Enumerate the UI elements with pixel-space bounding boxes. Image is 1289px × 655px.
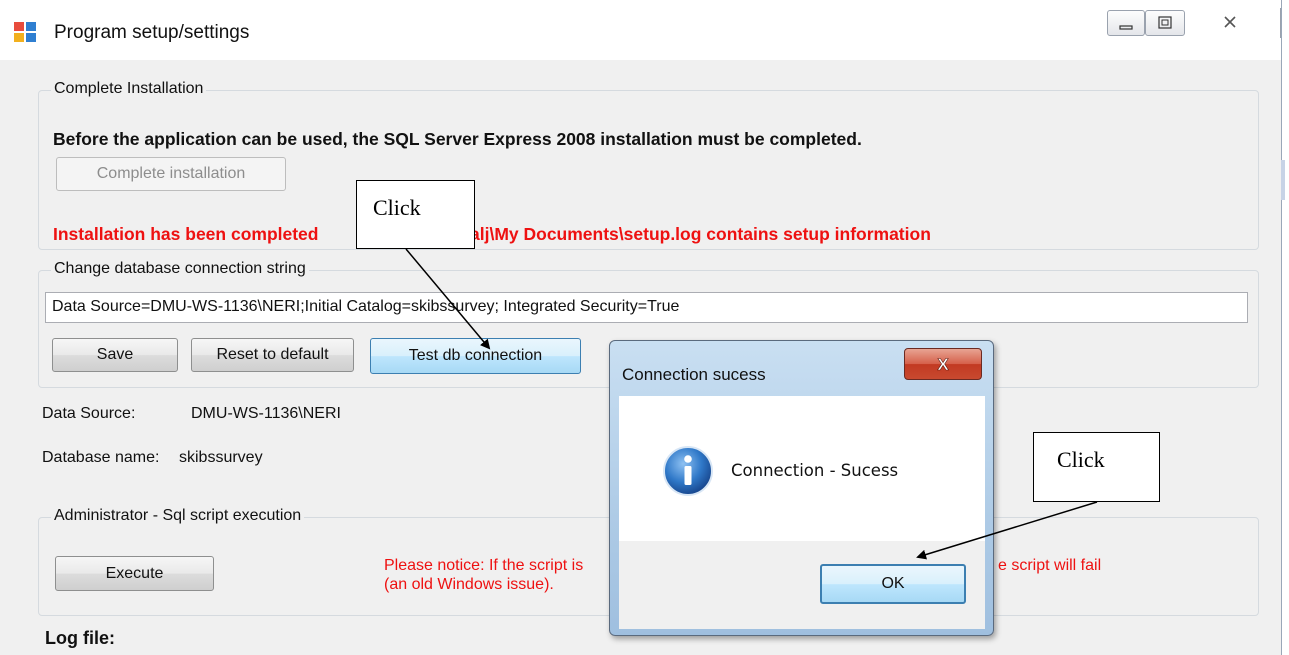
arrow-to-test-button (405, 248, 491, 350)
annotation-arrows (405, 248, 1098, 560)
arrow-to-ok-button (916, 501, 1098, 560)
